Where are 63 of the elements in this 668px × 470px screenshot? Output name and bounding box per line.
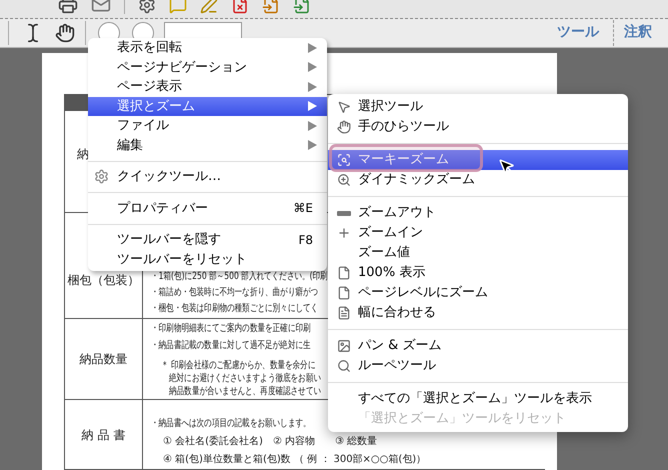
menu-item[interactable]: 選択ツール bbox=[328, 97, 628, 117]
hand-icon bbox=[337, 120, 351, 134]
menu-item[interactable]: 100% 表示 bbox=[328, 263, 628, 283]
document-text: ・箱詰め・包装時に不均一な折り、曲がり癖がつ bbox=[151, 286, 318, 300]
shortcut-label: F8 bbox=[298, 232, 313, 249]
menu-item[interactable]: クイックツール… bbox=[88, 167, 327, 186]
menu-item[interactable]: すべての「選択とズーム」ツールを表示 bbox=[328, 389, 628, 409]
menu-item[interactable]: プロパティバー ⌘E bbox=[88, 198, 327, 218]
row-label: 納品数量 bbox=[80, 351, 128, 368]
document-text: ・納品書記載の数量に対して過不足が絶対に生 bbox=[151, 338, 311, 353]
menu-item[interactable]: ツールバーを隠す F8 bbox=[88, 230, 327, 250]
menu-item[interactable]: ページナビゲーション bbox=[88, 58, 327, 77]
menu-item[interactable]: マーキーズーム bbox=[328, 150, 628, 170]
menu-item[interactable]: ズームイン bbox=[328, 223, 628, 243]
plus-icon bbox=[337, 226, 351, 240]
document-text: ④ 箱(包)単位数量と箱(包)数 （ 例 ： 300部×○○箱(包)） bbox=[163, 452, 426, 467]
menu-item[interactable]: ダイナミックズーム bbox=[328, 170, 628, 190]
row-label: 納 品 書 bbox=[82, 426, 126, 444]
menu-item[interactable]: ズームアウト bbox=[328, 203, 628, 223]
marquee-zoom-icon bbox=[337, 153, 351, 167]
printer-icon[interactable] bbox=[58, 0, 78, 14]
page-icon bbox=[337, 266, 351, 280]
pointer-icon bbox=[337, 100, 351, 114]
tools-tab[interactable]: ツール bbox=[549, 22, 607, 44]
gear-icon bbox=[94, 169, 109, 184]
menu-item[interactable]: ファイル bbox=[88, 116, 327, 136]
pencil-icon[interactable] bbox=[200, 0, 218, 14]
shortcut-label: ⌘E bbox=[293, 200, 313, 218]
row-label: 梱包（包装） bbox=[68, 272, 140, 289]
document-text: ・梱包・包装は印刷物の種類ごとに別々にしてく bbox=[151, 302, 318, 316]
document-text: ① 会社名(委託会社名) ② 内容物 ③ 総数量 bbox=[163, 434, 378, 449]
loupe-icon bbox=[337, 359, 351, 373]
menu-item[interactable]: 編集 bbox=[88, 136, 327, 155]
document-text: 納品数量が合いませんと、再度確認させてい bbox=[169, 385, 321, 398]
minus-icon bbox=[337, 210, 351, 216]
page-icon bbox=[337, 286, 351, 300]
document-text: ・納品書へは次の項目の記載をお願いします。 bbox=[151, 416, 311, 431]
document-text: 絶対にお避けくださいますよう徹底をお願い bbox=[169, 372, 321, 385]
menu-item[interactable]: ページレベルにズーム bbox=[328, 283, 628, 303]
menu-item[interactable]: パン & ズーム bbox=[328, 336, 628, 356]
document-arrow-icon[interactable] bbox=[293, 0, 311, 14]
document-arrow-icon[interactable] bbox=[262, 0, 280, 14]
document-text: ＊ 印刷会社様のご配慮からか、数量を余分に bbox=[161, 359, 316, 372]
hand-icon[interactable] bbox=[55, 22, 75, 43]
pan-zoom-icon bbox=[337, 339, 351, 353]
menu-item[interactable]: ルーペツール bbox=[328, 356, 628, 376]
menu-item[interactable]: 手のひらツール bbox=[328, 117, 628, 137]
menu-item[interactable]: 選択とズーム bbox=[88, 96, 327, 116]
menu-item[interactable]: ズーム値 bbox=[328, 243, 628, 263]
menu-item[interactable]: 幅に合わせる bbox=[328, 303, 628, 323]
menu-item[interactable]: ページ表示 bbox=[88, 77, 327, 96]
document-text: ・印刷物明細表にてご案内の数量を正確に印刷 bbox=[151, 322, 311, 336]
row-label: 納 bbox=[77, 146, 89, 162]
document-text: ・1箱(包)に250 部～500 部入れてください。(印刷 bbox=[151, 270, 328, 284]
menu-item[interactable]: 表示を回転 bbox=[88, 38, 327, 58]
comment-tab[interactable]: 注釈 bbox=[620, 22, 668, 44]
document-delete-icon[interactable] bbox=[231, 0, 249, 14]
zoom-icon bbox=[337, 173, 351, 187]
settings-icon[interactable] bbox=[138, 0, 156, 14]
envelope-icon[interactable] bbox=[91, 0, 111, 14]
speech-bubble-icon[interactable] bbox=[169, 0, 187, 14]
menu-item[interactable]: ツールバーをリセット bbox=[88, 250, 327, 269]
page-width-icon bbox=[337, 306, 351, 320]
